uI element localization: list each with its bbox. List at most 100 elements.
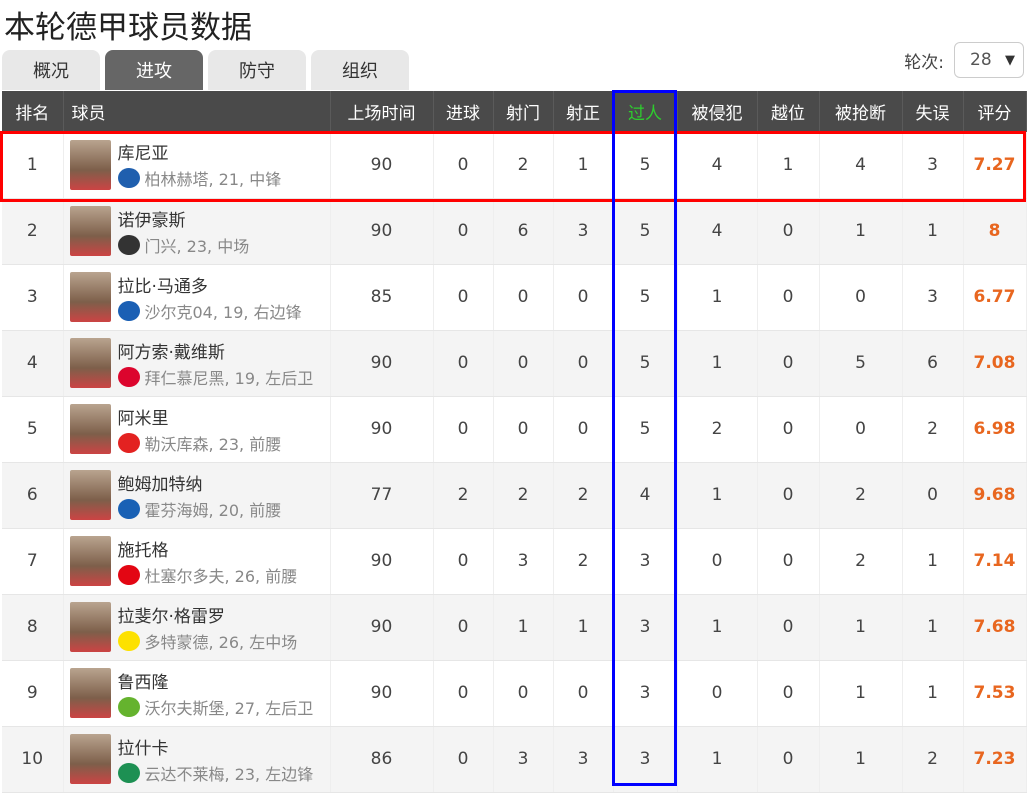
player-name[interactable]: 鲍姆加特纳 bbox=[118, 470, 282, 495]
player-cell: 拉什卡 云达不莱梅, 23, 左边锋 bbox=[63, 726, 330, 792]
player-info: 杜塞尔多夫, 26, 前腰 bbox=[145, 563, 298, 587]
stat-cell: 0 bbox=[553, 396, 613, 462]
column-header[interactable]: 过人 bbox=[613, 91, 677, 132]
stat-cell: 0 bbox=[493, 264, 553, 330]
round-select[interactable]: 28 ▼ bbox=[954, 42, 1024, 78]
column-header[interactable]: 被侵犯 bbox=[677, 91, 757, 132]
stat-cell: 3 bbox=[902, 132, 963, 198]
table-row[interactable]: 3 拉比·马通多 沙尔克04, 19, 右边锋85000510036.77 bbox=[2, 264, 1026, 330]
stat-cell: 0 bbox=[819, 396, 902, 462]
column-header[interactable]: 越位 bbox=[757, 91, 819, 132]
tab-3[interactable]: 组织 bbox=[311, 50, 409, 90]
player-cell: 拉比·马通多 沙尔克04, 19, 右边锋 bbox=[63, 264, 330, 330]
player-name[interactable]: 拉什卡 bbox=[118, 734, 314, 759]
stat-cell: 0 bbox=[433, 594, 493, 660]
player-stats-table: 排名球员上场时间进球射门射正过人被侵犯越位被抢断失误评分 1 库尼亚 柏林赫塔,… bbox=[2, 91, 1027, 793]
rating-cell: 8 bbox=[963, 198, 1026, 264]
column-header[interactable]: 射正 bbox=[553, 91, 613, 132]
player-name[interactable]: 库尼亚 bbox=[118, 139, 282, 164]
player-name[interactable]: 拉斐尔·格雷罗 bbox=[118, 602, 298, 627]
player-photo bbox=[70, 338, 111, 388]
club-badge-icon bbox=[118, 697, 140, 717]
rating-cell: 7.27 bbox=[963, 132, 1026, 198]
stat-cell: 1 bbox=[677, 726, 757, 792]
player-info: 沙尔克04, 19, 右边锋 bbox=[145, 299, 302, 323]
column-header[interactable]: 上场时间 bbox=[330, 91, 433, 132]
column-header[interactable]: 球员 bbox=[63, 91, 330, 132]
column-header[interactable]: 排名 bbox=[2, 91, 63, 132]
stat-cell: 0 bbox=[902, 462, 963, 528]
table-row[interactable]: 9 鲁西隆 沃尔夫斯堡, 27, 左后卫90000300117.53 bbox=[2, 660, 1026, 726]
column-header[interactable]: 被抢断 bbox=[819, 91, 902, 132]
table-row[interactable]: 6 鲍姆加特纳 霍芬海姆, 20, 前腰77222410209.68 bbox=[2, 462, 1026, 528]
column-header[interactable]: 失误 bbox=[902, 91, 963, 132]
stat-cell: 0 bbox=[433, 396, 493, 462]
player-name[interactable]: 诺伊豪斯 bbox=[118, 206, 250, 231]
player-cell: 鲁西隆 沃尔夫斯堡, 27, 左后卫 bbox=[63, 660, 330, 726]
table-row[interactable]: 8 拉斐尔·格雷罗 多特蒙德, 26, 左中场90011310117.68 bbox=[2, 594, 1026, 660]
table-row[interactable]: 2 诺伊豪斯 门兴, 23, 中场90063540118 bbox=[2, 198, 1026, 264]
stat-cell: 3 bbox=[493, 528, 553, 594]
stat-cell: 1 bbox=[493, 594, 553, 660]
dropdown-arrow-icon: ▼ bbox=[1005, 53, 1015, 68]
player-photo bbox=[70, 140, 111, 190]
stat-cell: 1 bbox=[677, 264, 757, 330]
player-cell: 拉斐尔·格雷罗 多特蒙德, 26, 左中场 bbox=[63, 594, 330, 660]
stat-cell: 85 bbox=[330, 264, 433, 330]
stat-cell: 0 bbox=[757, 330, 819, 396]
stat-cell: 0 bbox=[757, 198, 819, 264]
tab-0[interactable]: 概况 bbox=[2, 50, 100, 90]
stat-cell: 0 bbox=[433, 660, 493, 726]
stat-cell: 0 bbox=[433, 528, 493, 594]
club-badge-icon bbox=[118, 565, 140, 585]
player-info: 拜仁慕尼黑, 19, 左后卫 bbox=[145, 365, 314, 389]
stat-cell: 0 bbox=[493, 660, 553, 726]
column-header[interactable]: 评分 bbox=[963, 91, 1026, 132]
stat-cell: 0 bbox=[677, 528, 757, 594]
rating-cell: 6.98 bbox=[963, 396, 1026, 462]
column-header[interactable]: 射门 bbox=[493, 91, 553, 132]
stat-cell: 3 bbox=[493, 726, 553, 792]
player-photo bbox=[70, 602, 111, 652]
player-photo bbox=[70, 272, 111, 322]
stat-cell: 5 bbox=[613, 198, 677, 264]
rank-cell: 9 bbox=[2, 660, 63, 726]
player-photo bbox=[70, 206, 111, 256]
stat-cell: 1 bbox=[902, 528, 963, 594]
rating-cell: 7.53 bbox=[963, 660, 1026, 726]
column-header[interactable]: 进球 bbox=[433, 91, 493, 132]
stat-cell: 1 bbox=[902, 594, 963, 660]
player-name[interactable]: 阿方索·戴维斯 bbox=[118, 338, 314, 363]
rank-cell: 4 bbox=[2, 330, 63, 396]
player-info: 柏林赫塔, 21, 中锋 bbox=[145, 166, 282, 190]
table-row[interactable]: 7 施托格 杜塞尔多夫, 26, 前腰90032300217.14 bbox=[2, 528, 1026, 594]
table-row[interactable]: 4 阿方索·戴维斯 拜仁慕尼黑, 19, 左后卫90000510567.08 bbox=[2, 330, 1026, 396]
tab-2[interactable]: 防守 bbox=[208, 50, 306, 90]
club-badge-icon bbox=[118, 499, 140, 519]
player-name[interactable]: 拉比·马通多 bbox=[118, 272, 302, 297]
tab-1[interactable]: 进攻 bbox=[105, 50, 203, 90]
stat-cell: 3 bbox=[902, 264, 963, 330]
stat-cell: 0 bbox=[757, 462, 819, 528]
table-row[interactable]: 10 拉什卡 云达不莱梅, 23, 左边锋86033310127.23 bbox=[2, 726, 1026, 792]
stat-cell: 1 bbox=[819, 198, 902, 264]
player-name[interactable]: 阿米里 bbox=[118, 404, 282, 429]
rank-cell: 2 bbox=[2, 198, 63, 264]
stat-cell: 2 bbox=[819, 528, 902, 594]
stat-cell: 90 bbox=[330, 198, 433, 264]
player-info: 霍芬海姆, 20, 前腰 bbox=[145, 497, 282, 521]
stat-cell: 2 bbox=[902, 396, 963, 462]
club-badge-icon bbox=[118, 235, 140, 255]
player-cell: 鲍姆加特纳 霍芬海姆, 20, 前腰 bbox=[63, 462, 330, 528]
stat-cell: 0 bbox=[757, 660, 819, 726]
player-name[interactable]: 鲁西隆 bbox=[118, 668, 314, 693]
stat-cell: 4 bbox=[677, 132, 757, 198]
rank-cell: 3 bbox=[2, 264, 63, 330]
stat-cell: 0 bbox=[493, 330, 553, 396]
player-name[interactable]: 施托格 bbox=[118, 536, 298, 561]
stat-cell: 0 bbox=[433, 726, 493, 792]
stat-cell: 3 bbox=[553, 198, 613, 264]
stat-cell: 6 bbox=[493, 198, 553, 264]
table-row[interactable]: 1 库尼亚 柏林赫塔, 21, 中锋90021541437.27 bbox=[2, 132, 1026, 198]
table-row[interactable]: 5 阿米里 勒沃库森, 23, 前腰90000520026.98 bbox=[2, 396, 1026, 462]
